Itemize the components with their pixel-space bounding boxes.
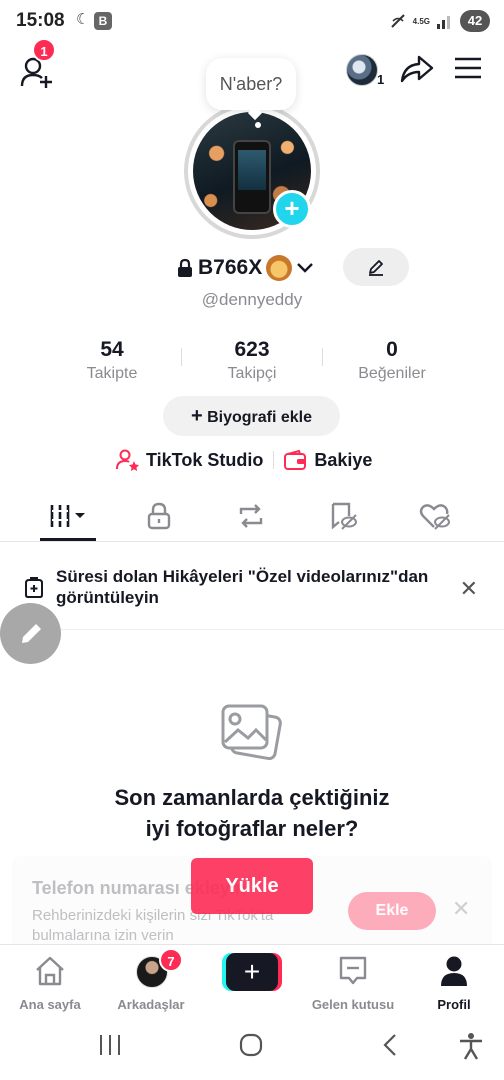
- edit-profile-button[interactable]: [343, 248, 409, 286]
- pencil-icon: [21, 623, 41, 643]
- friends-badge: 7: [159, 948, 183, 972]
- stat-likes-count: 0: [386, 338, 398, 361]
- creator-star-icon: [116, 449, 139, 471]
- stat-followers[interactable]: 623 Takipçi: [192, 338, 312, 383]
- phone-in-photo: [233, 140, 271, 214]
- share-arrow-icon: [400, 55, 434, 83]
- status-bar: 15:08 ☾ B 4.5G 42: [0, 0, 504, 44]
- tab-liked[interactable]: [390, 490, 480, 542]
- balance-label: Bakiye: [314, 449, 373, 470]
- tab-favorites[interactable]: [298, 490, 388, 542]
- network-type: 4.5G: [412, 16, 430, 26]
- display-name-row[interactable]: B766X: [176, 253, 314, 283]
- account-count: 1: [377, 72, 385, 87]
- links-divider: [273, 451, 275, 469]
- home-icon: [36, 956, 64, 986]
- notification-app-icon: B: [94, 12, 112, 30]
- account-avatar: [346, 54, 378, 86]
- stat-following[interactable]: 54 Takipte: [52, 338, 172, 383]
- share-profile-button[interactable]: [400, 54, 434, 84]
- create-plus-icon: +: [226, 953, 278, 991]
- signal-icon: [437, 16, 450, 29]
- note-bubble[interactable]: N'aber?: [206, 58, 296, 110]
- nav-friends-label: Arkadaşlar: [117, 997, 185, 1012]
- add-friend-badge: 1: [32, 38, 56, 62]
- pencil-icon: [369, 260, 383, 276]
- videos-grid-icon: [50, 505, 85, 527]
- add-bio-button[interactable]: + Biyografi ekle: [163, 396, 340, 436]
- stat-divider: [181, 348, 182, 366]
- expired-stories-banner[interactable]: Süresi dolan Hikâyeleri "Özel videoların…: [0, 554, 504, 630]
- nav-inbox-label: Gelen kutusu: [311, 997, 395, 1012]
- empty-state-title: Son zamanlarda çektiğiniz iyi fotoğrafla…: [0, 782, 504, 844]
- back-icon[interactable]: [380, 1032, 400, 1058]
- home-circle-icon[interactable]: [238, 1032, 264, 1058]
- profile-tabs: [0, 490, 504, 542]
- active-tab-indicator: [40, 538, 96, 541]
- photos-icon: [221, 704, 282, 761]
- status-time: 15:08: [16, 10, 65, 31]
- stat-likes-label: Beğeniler: [358, 365, 426, 382]
- stat-divider: [322, 348, 323, 366]
- bottom-navigation: Ana sayfa 7 Arkadaşlar + Gelen kutusu Pr…: [0, 944, 504, 1020]
- tiktok-studio-link[interactable]: TikTok Studio: [116, 449, 263, 471]
- wifi-calling-icon: [390, 14, 405, 28]
- phone-card-close-icon[interactable]: ✕: [452, 896, 470, 922]
- lock-icon: [178, 258, 192, 277]
- story-plus-icon: [25, 577, 43, 598]
- nav-home-label: Ana sayfa: [19, 997, 81, 1012]
- hamburger-menu-icon: [455, 57, 481, 79]
- plus-icon: +: [190, 405, 203, 427]
- nav-profile-label: Profil: [437, 997, 471, 1012]
- nav-friends[interactable]: 7 Arkadaşlar: [101, 948, 201, 1013]
- tiktok-studio-label: TikTok Studio: [146, 449, 264, 470]
- lock-icon: [147, 502, 171, 530]
- repost-icon: [239, 504, 263, 528]
- chevron-down-icon: [297, 263, 314, 273]
- wallet-icon: [284, 450, 307, 470]
- battery-indicator: 42: [460, 10, 490, 32]
- display-name: B766X: [198, 256, 263, 279]
- dnd-moon-icon: ☾: [76, 11, 90, 28]
- empty-state-title-line2: iyi fotoğraflar neler?: [145, 816, 359, 841]
- banner-close-icon[interactable]: ✕: [460, 576, 478, 602]
- nav-profile[interactable]: Profil: [404, 953, 504, 1013]
- floating-edit-button[interactable]: [0, 603, 61, 664]
- system-navigation-bar: [0, 1020, 504, 1080]
- add-story-button[interactable]: +: [273, 190, 311, 228]
- tab-reposts[interactable]: [206, 490, 296, 542]
- add-friend-button[interactable]: 1: [20, 38, 56, 88]
- heart-hidden-icon: [419, 504, 450, 530]
- stat-followers-label: Takipçi: [227, 365, 277, 382]
- bookmark-hidden-icon: [331, 502, 357, 530]
- balance-link[interactable]: Bakiye: [284, 450, 372, 471]
- stat-likes[interactable]: 0 Beğeniler: [332, 338, 452, 383]
- note-bubble-dot: [255, 122, 261, 128]
- account-switcher-button[interactable]: 1: [346, 54, 386, 90]
- stat-following-count: 54: [100, 338, 124, 361]
- nav-home[interactable]: Ana sayfa: [0, 953, 100, 1013]
- stat-following-label: Takipte: [86, 365, 138, 382]
- create-button[interactable]: +: [222, 953, 282, 991]
- recent-apps-icon[interactable]: [98, 1032, 122, 1058]
- tab-videos[interactable]: [24, 490, 114, 542]
- menu-button[interactable]: [454, 56, 482, 82]
- empty-state-title-line1: Son zamanlarda çektiğiniz: [114, 785, 390, 810]
- inbox-icon: [339, 956, 367, 985]
- banner-text: Süresi dolan Hikâyeleri "Özel videoların…: [56, 567, 429, 607]
- lion-emoji-icon: [266, 255, 293, 281]
- username: @dennyeddy: [201, 290, 303, 309]
- upload-button[interactable]: Yükle: [191, 858, 313, 914]
- creator-links: TikTok Studio Bakiye: [116, 447, 372, 473]
- accessibility-icon[interactable]: [458, 1032, 484, 1060]
- phone-card-add-button[interactable]: Ekle: [348, 892, 436, 930]
- note-bubble-text: N'aber?: [219, 74, 283, 94]
- stat-followers-count: 623: [234, 338, 270, 361]
- add-bio-label: Biyografi ekle: [207, 409, 313, 426]
- profile-person-icon: [441, 956, 467, 986]
- tab-private[interactable]: [114, 490, 204, 542]
- nav-inbox[interactable]: Gelen kutusu: [303, 953, 403, 1013]
